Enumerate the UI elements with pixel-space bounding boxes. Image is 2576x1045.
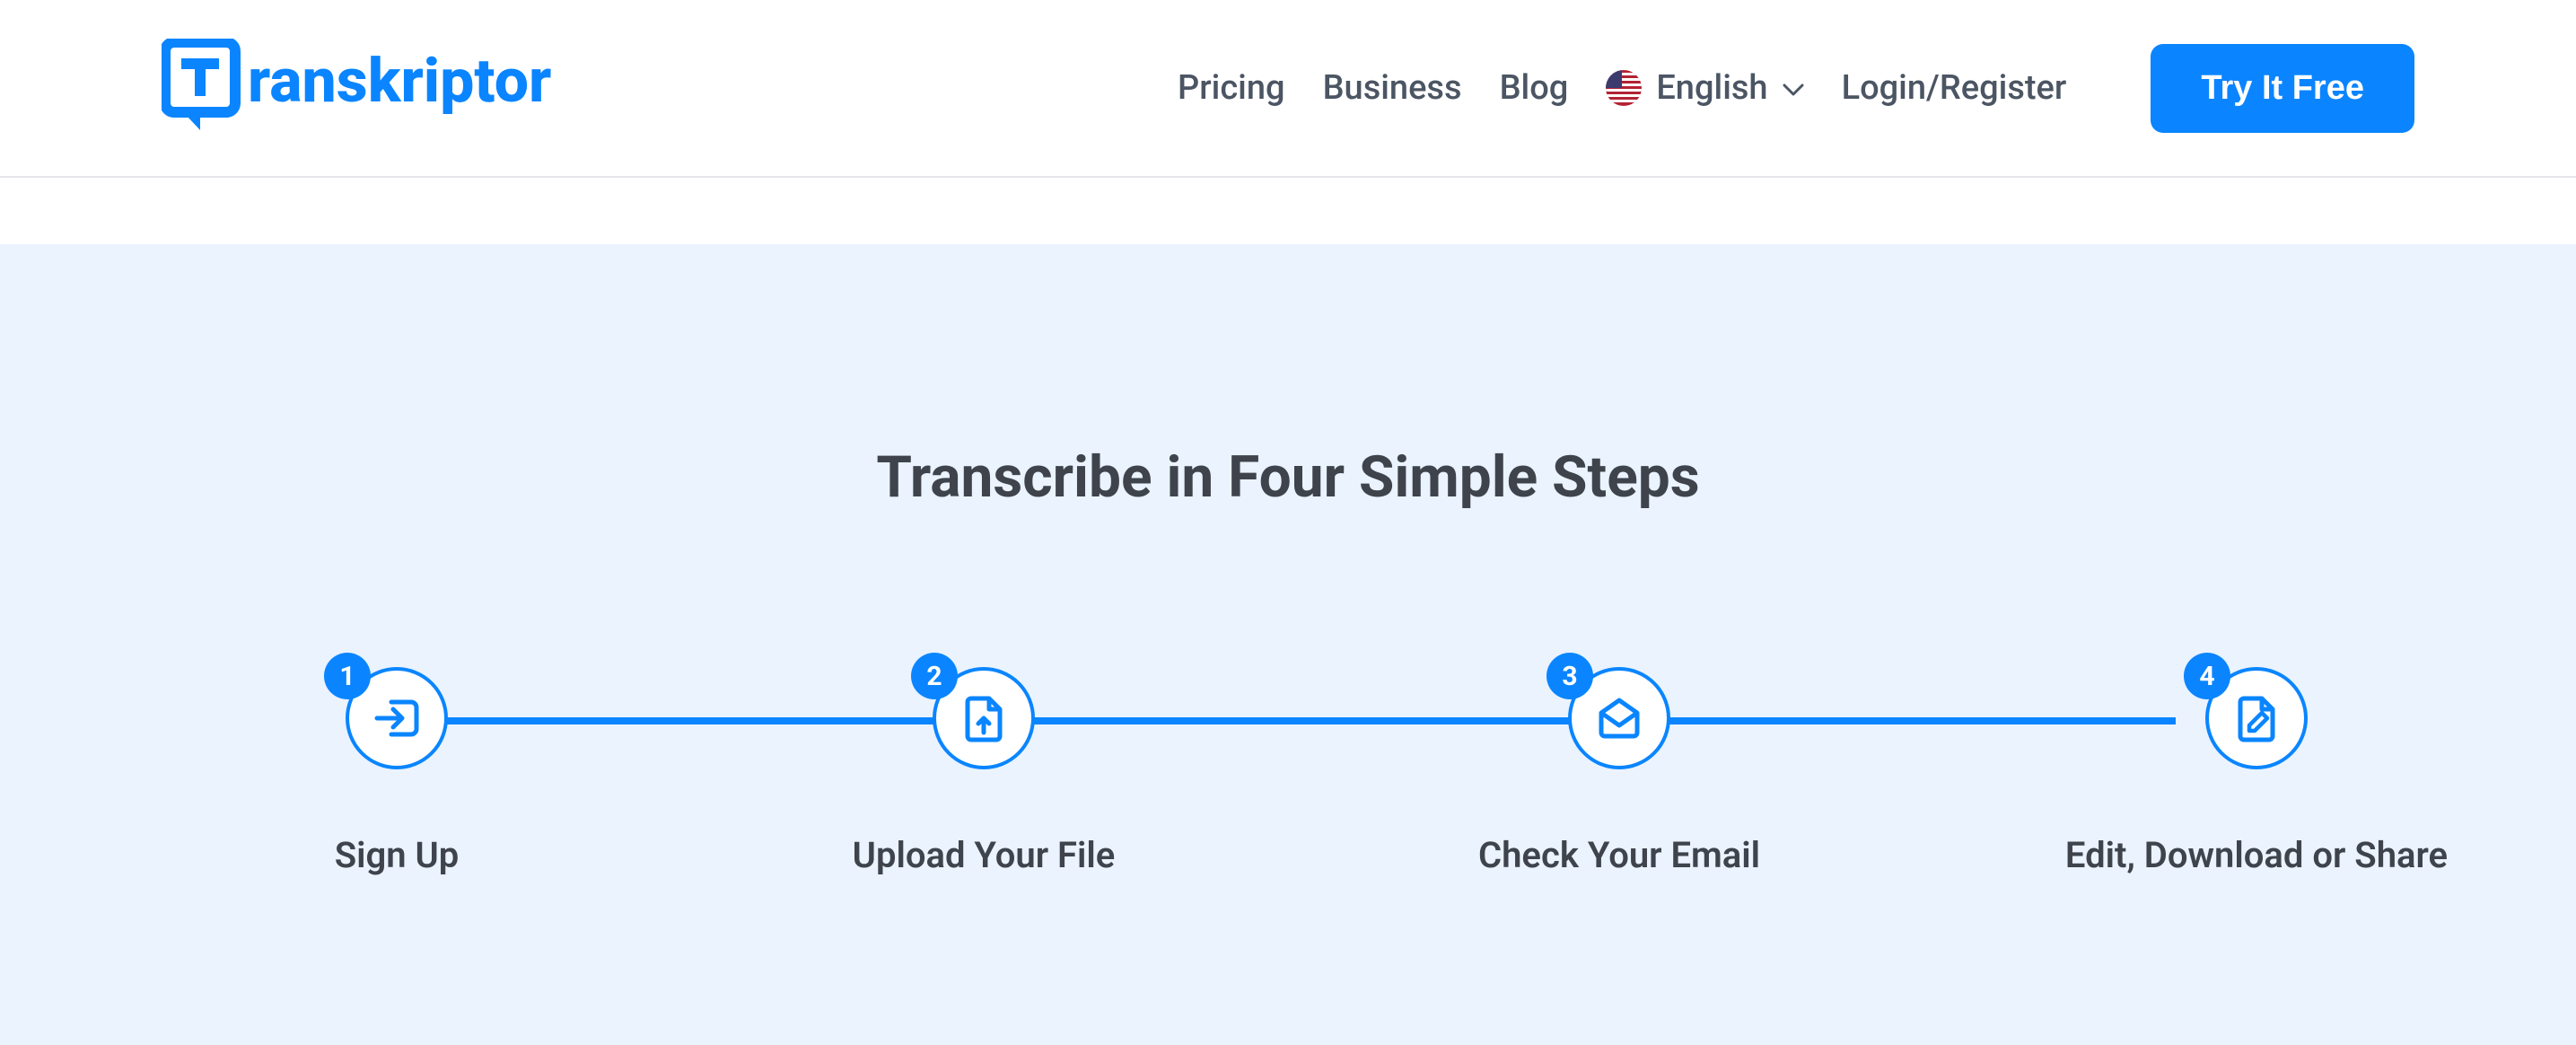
nav-pricing[interactable]: Pricing [1178, 68, 1285, 108]
logo-icon: ranskriptor [162, 39, 664, 137]
language-selector[interactable]: English [1606, 68, 1803, 108]
signin-icon [372, 693, 422, 743]
step-1: 1 Sign Up [307, 667, 486, 876]
nav-login-register[interactable]: Login/Register [1842, 68, 2067, 108]
try-it-free-button[interactable]: Try It Free [2151, 44, 2414, 133]
steps-section: Transcribe in Four Simple Steps 1 Sign U… [0, 244, 2576, 1045]
language-label: English [1656, 68, 1767, 108]
header: ranskriptor Pricing Business Blog E [0, 0, 2576, 178]
step-3: 3 Check Your Email [1529, 667, 1709, 876]
step-number-badge: 4 [2184, 653, 2230, 699]
step-label: Upload Your File [853, 834, 1116, 876]
step-label: Check Your Email [1478, 834, 1760, 876]
svg-text:ranskriptor: ranskriptor [248, 45, 551, 117]
steps-timeline: 1 Sign Up 2 [311, 667, 2265, 900]
edit-file-icon [2231, 693, 2282, 743]
us-flag-icon [1606, 70, 1642, 106]
logo[interactable]: ranskriptor [162, 39, 664, 137]
step-number-badge: 3 [1546, 653, 1593, 699]
step-label: Sign Up [335, 834, 460, 876]
chevron-down-icon [1783, 83, 1804, 98]
step-label: Edit, Download or Share [2065, 834, 2448, 876]
spacer [0, 178, 2576, 244]
timeline-line [400, 717, 2176, 724]
nav-business[interactable]: Business [1323, 68, 1462, 108]
step-number-badge: 2 [911, 653, 958, 699]
step-4: 4 Edit, Download or Share [2167, 667, 2346, 876]
nav-blog[interactable]: Blog [1500, 68, 1569, 108]
step-number-badge: 1 [324, 653, 371, 699]
step-2: 2 Upload Your File [894, 667, 1073, 876]
section-title: Transcribe in Four Simple Steps [0, 443, 2576, 511]
upload-file-icon [959, 693, 1009, 743]
email-icon [1594, 693, 1644, 743]
main-nav: Pricing Business Blog English [1178, 44, 2414, 133]
